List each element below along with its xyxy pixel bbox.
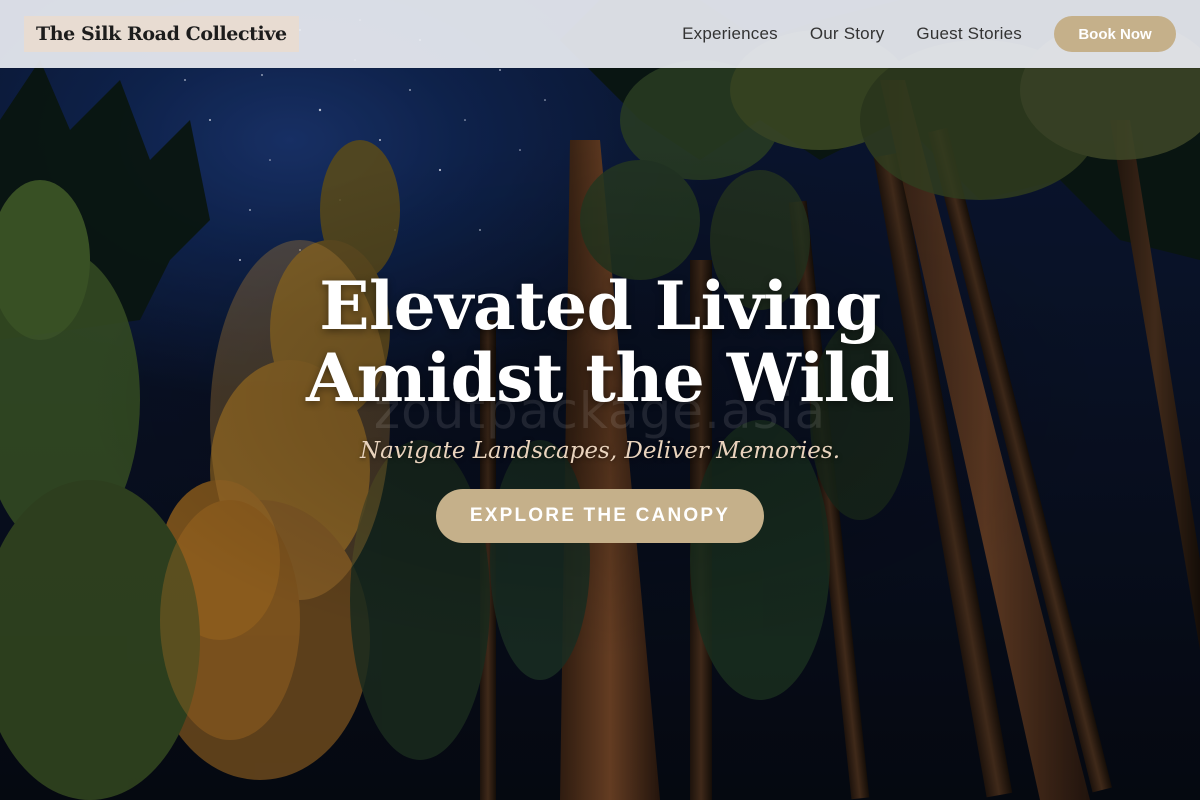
nav-our-story-link[interactable]: Our Story [810,24,885,44]
book-now-button[interactable]: Book Now [1054,16,1176,52]
explore-canopy-button[interactable]: EXPLORE THE CANOPY [436,489,764,543]
hero-headline-line2: Amidst the Wild [305,339,895,417]
nav-guest-stories-link[interactable]: Guest Stories [916,24,1022,44]
nav-experiences-link[interactable]: Experiences [682,24,778,44]
site-logo[interactable]: The Silk Road Collective [24,16,299,52]
hero-headline-line1: Elevated Living [319,267,881,345]
main-nav: Experiences Our Story Guest Stories [682,0,1022,68]
hero-headline: Elevated Living Amidst the Wild [0,270,1200,414]
hero-tagline: Navigate Landscapes, Deliver Memories. [359,438,841,464]
site-header: The Silk Road Collective Experiences Our… [0,0,1200,68]
